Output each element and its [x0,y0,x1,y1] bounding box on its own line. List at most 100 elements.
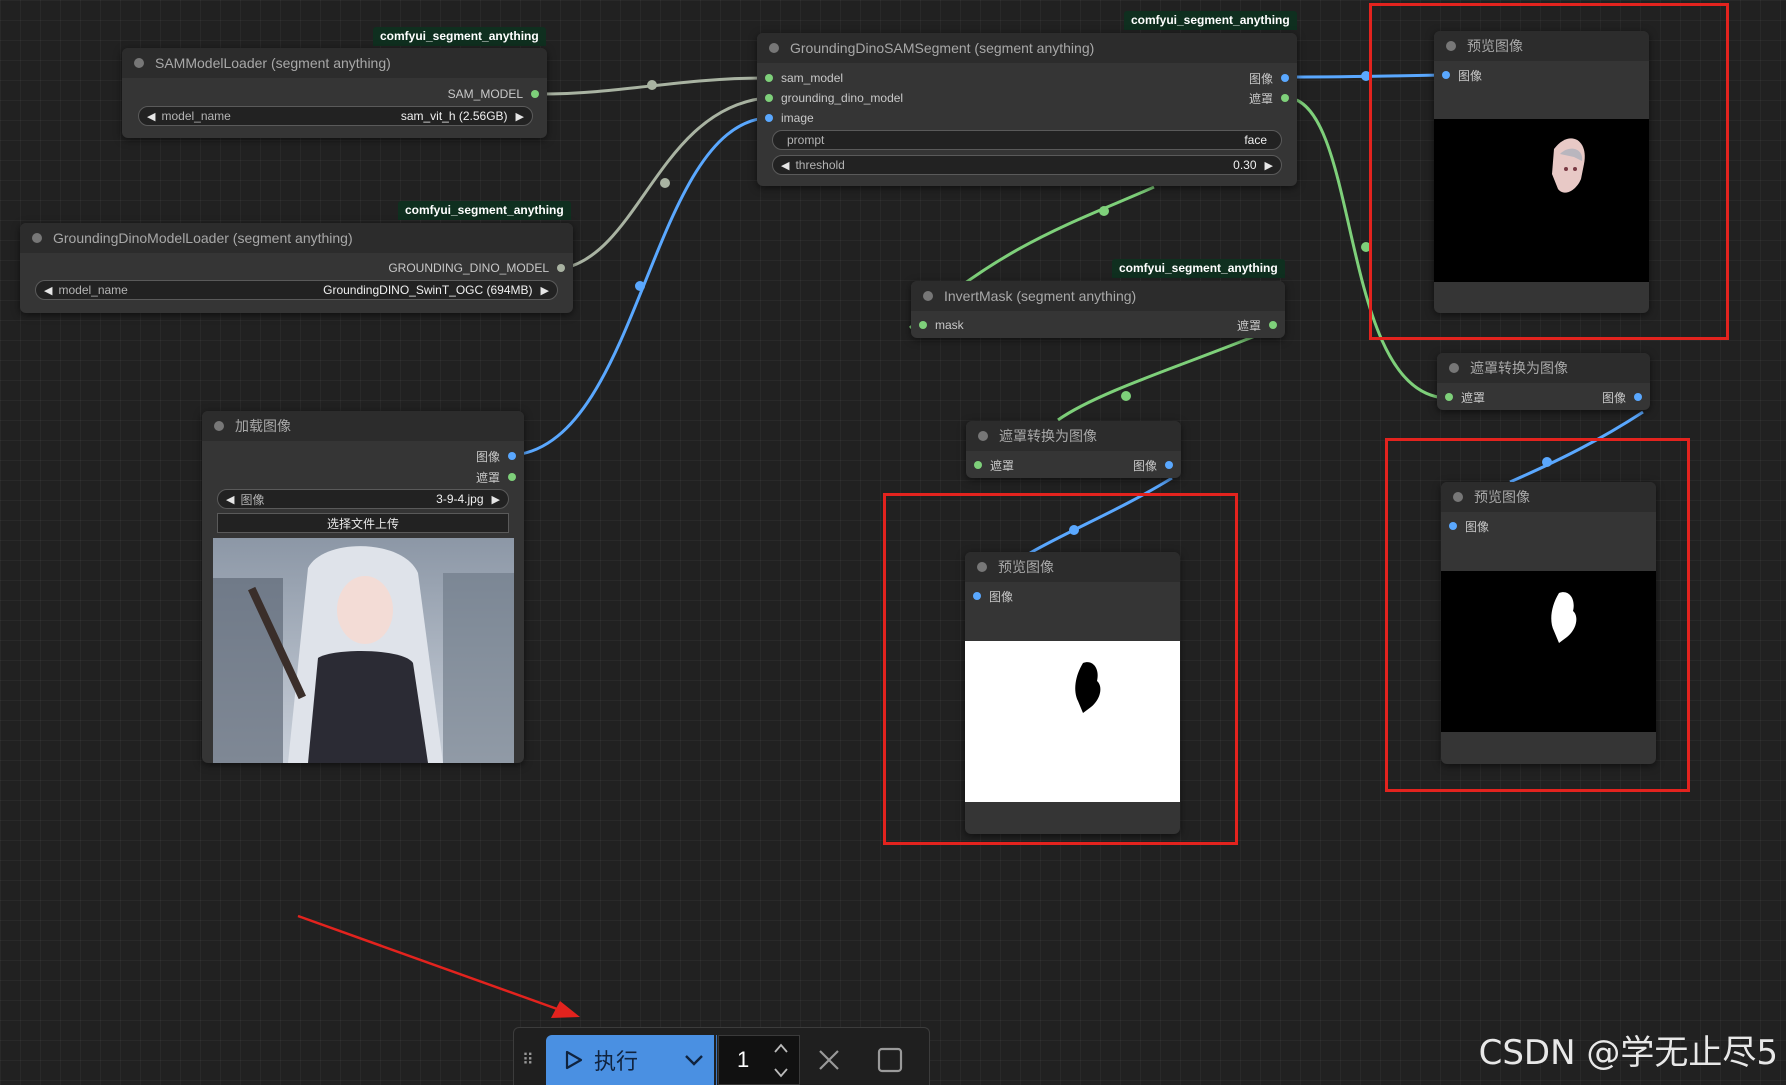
mask-to-image-node-left[interactable]: 遮罩转换为图像 遮罩 图像 [966,421,1181,478]
invert-mask-node[interactable]: InvertMask (segment anything) mask 遮罩 [911,281,1285,338]
output-port-icon[interactable] [1281,74,1289,82]
node-header[interactable]: 遮罩转换为图像 [966,421,1181,451]
arrow-left-icon[interactable]: ◀ [781,159,789,172]
input-image[interactable]: image [765,108,814,128]
input-label: image [781,111,814,125]
output-port-icon[interactable] [1634,393,1642,401]
arrow-left-icon[interactable]: ◀ [147,110,155,123]
link-midpoint[interactable] [647,80,657,90]
run-button[interactable]: 执行 [546,1035,717,1085]
output-mask[interactable]: 遮罩 [476,467,516,487]
batch-count-input[interactable]: 1 [718,1035,800,1085]
input-port-icon[interactable] [765,114,773,122]
collapse-dot-icon[interactable] [1449,363,1459,373]
output-port-icon[interactable] [557,264,565,272]
highlight-box [883,493,1238,845]
output-port-icon[interactable] [508,473,516,481]
image-select[interactable]: ◀ 图像 3-9-4.jpg ▶ [217,489,509,509]
arrow-left-icon[interactable]: ◀ [226,493,234,506]
increment-icon[interactable] [773,1042,789,1054]
input-port-icon[interactable] [765,94,773,102]
output-sam-model[interactable]: SAM_MODEL [448,84,539,104]
link-midpoint[interactable] [1099,206,1109,216]
stop-icon[interactable] [877,1047,903,1073]
input-mask[interactable]: mask [919,315,964,335]
link-midpoint[interactable] [635,281,645,291]
node-header[interactable]: GroundingDinoSAMSegment (segment anythin… [757,33,1297,63]
node-badge: comfyui_segment_anything [398,201,571,220]
decrement-icon[interactable] [773,1066,789,1078]
chevron-down-icon[interactable] [682,1048,706,1072]
grounding-dino-sam-segment-node[interactable]: GroundingDinoSAMSegment (segment anythin… [757,33,1297,186]
collapse-dot-icon[interactable] [134,58,144,68]
arrow-right-icon[interactable]: ▶ [516,110,524,123]
output-label: 遮罩 [1236,318,1261,333]
collapse-dot-icon[interactable] [978,431,988,441]
arrow-left-icon[interactable]: ◀ [44,284,52,297]
output-port-icon[interactable] [531,90,539,98]
input-label: 遮罩 [1461,390,1486,405]
output-port-icon[interactable] [1281,94,1289,102]
arrow-right-icon[interactable]: ▶ [541,284,549,297]
input-port-icon[interactable] [1445,393,1453,401]
model-name-select[interactable]: ◀ model_name sam_vit_h (2.56GB) ▶ [138,106,533,126]
collapse-dot-icon[interactable] [32,233,42,243]
output-mask[interactable]: 遮罩 [1237,315,1277,335]
collapse-dot-icon[interactable] [923,291,933,301]
link-invert-to-convert[interactable] [1057,325,1278,422]
widget-label: 图像 [240,492,265,507]
input-grounding-dino-model[interactable]: grounding_dino_model [765,88,903,108]
node-header[interactable]: SAMModelLoader (segment anything) [122,48,547,78]
output-label: 图像 [1132,458,1157,473]
node-title: InvertMask (segment anything) [944,288,1137,304]
node-header[interactable]: InvertMask (segment anything) [911,281,1285,311]
node-header[interactable]: 遮罩转换为图像 [1437,353,1650,383]
output-label: 图像 [1248,71,1273,86]
upload-button[interactable]: 选择文件上传 [217,513,509,533]
output-port-icon[interactable] [1269,321,1277,329]
input-label: sam_model [781,71,844,85]
mask-to-image-node-right[interactable]: 遮罩转换为图像 遮罩 图像 [1437,353,1650,410]
output-image[interactable]: 图像 [476,446,516,466]
queue-toolbar: ⠿ 执行 1 [513,1027,930,1085]
output-label: 图像 [475,449,500,464]
sam-model-loader-node[interactable]: SAMModelLoader (segment anything) SAM_MO… [122,48,547,138]
prompt-field[interactable]: prompt face [772,130,1282,150]
arrow-right-icon[interactable]: ▶ [1265,159,1273,172]
output-image[interactable]: 图像 [1602,387,1642,407]
output-image[interactable]: 图像 [1133,455,1173,475]
output-port-icon[interactable] [1165,461,1173,469]
model-name-select[interactable]: ◀ model_name GroundingDINO_SwinT_OGC (69… [35,280,558,300]
node-header[interactable]: 加载图像 [202,411,524,441]
highlight-box [1369,3,1729,340]
output-mask[interactable]: 遮罩 [1249,88,1289,108]
collapse-dot-icon[interactable] [769,43,779,53]
node-badge: comfyui_segment_anything [373,27,546,46]
close-icon[interactable] [817,1048,841,1072]
input-label: grounding_dino_model [781,91,904,105]
grounding-dino-loader-node[interactable]: GroundingDinoModelLoader (segment anythi… [20,223,573,313]
arrow-right-icon[interactable]: ▶ [492,493,500,506]
output-label: SAM_MODEL [447,87,523,101]
output-image[interactable]: 图像 [1249,68,1289,88]
input-sam-model[interactable]: sam_model [765,68,843,88]
collapse-dot-icon[interactable] [214,421,224,431]
node-title: SAMModelLoader (segment anything) [155,55,391,71]
load-image-node[interactable]: 加载图像 图像 遮罩 ◀ 图像 3-9-4.jpg ▶ 选择文件上传 [202,411,524,763]
output-label: 遮罩 [475,470,500,485]
link-midpoint[interactable] [660,178,670,188]
link-midpoint[interactable] [1121,391,1131,401]
input-mask[interactable]: 遮罩 [1445,387,1485,407]
input-port-icon[interactable] [919,321,927,329]
node-header[interactable]: GroundingDinoModelLoader (segment anythi… [20,223,573,253]
input-port-icon[interactable] [974,461,982,469]
node-title: GroundingDinoSAMSegment (segment anythin… [790,40,1095,56]
input-port-icon[interactable] [765,74,773,82]
output-grounding-dino-model[interactable]: GROUNDING_DINO_MODEL [388,258,565,278]
node-title: GroundingDinoModelLoader (segment anythi… [53,230,353,246]
output-port-icon[interactable] [508,452,516,460]
drag-handle-icon[interactable]: ⠿ [522,1050,534,1070]
widget-value: sam_vit_h (2.56GB) [400,109,508,123]
threshold-stepper[interactable]: ◀ threshold 0.30 ▶ [772,155,1282,175]
input-mask[interactable]: 遮罩 [974,455,1014,475]
